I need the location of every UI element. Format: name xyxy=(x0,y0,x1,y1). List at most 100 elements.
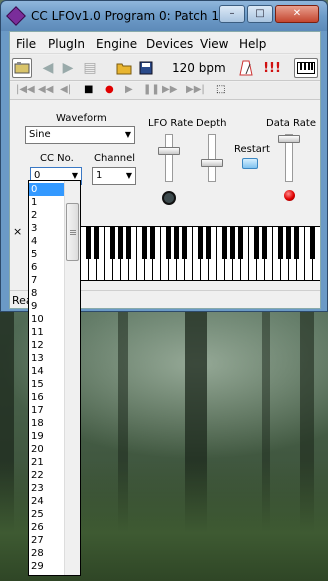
rewind-icon[interactable]: ◀◀ xyxy=(38,84,53,95)
save-icon[interactable] xyxy=(136,58,156,78)
dropdown-option[interactable]: 8 xyxy=(29,287,65,300)
dropdown-option[interactable]: 21 xyxy=(29,456,65,469)
black-key[interactable] xyxy=(126,227,131,259)
black-key[interactable] xyxy=(286,227,291,259)
metronome-icon[interactable] xyxy=(236,58,256,78)
dropdown-option[interactable]: 20 xyxy=(29,443,65,456)
lfo-rate-knob[interactable] xyxy=(162,191,176,205)
black-key[interactable] xyxy=(94,227,99,259)
dropdown-option[interactable]: 10 xyxy=(29,313,65,326)
restart-button[interactable] xyxy=(242,158,258,169)
dropdown-option[interactable]: 16 xyxy=(29,391,65,404)
dropdown-scroll-thumb[interactable] xyxy=(66,203,79,261)
dropdown-option[interactable]: 27 xyxy=(29,534,65,547)
piano-keyboard[interactable] xyxy=(80,226,320,281)
black-key[interactable] xyxy=(278,227,283,259)
black-key[interactable] xyxy=(222,227,227,259)
depth-slider-thumb[interactable] xyxy=(201,159,223,167)
minimize-button[interactable]: – xyxy=(219,5,245,23)
dropdown-option[interactable]: 24 xyxy=(29,495,65,508)
dropdown-scrollbar[interactable] xyxy=(64,181,80,575)
dropdown-option[interactable]: 13 xyxy=(29,352,65,365)
black-key[interactable] xyxy=(310,227,315,259)
black-key[interactable] xyxy=(174,227,179,259)
lfo-rate-slider-thumb[interactable] xyxy=(158,147,180,155)
pause-icon[interactable]: ❚❚ xyxy=(143,84,160,95)
black-key[interactable] xyxy=(142,227,147,259)
menu-plugin[interactable]: PlugIn xyxy=(48,37,85,51)
black-key[interactable] xyxy=(86,227,91,259)
black-key[interactable] xyxy=(238,227,243,259)
black-key[interactable] xyxy=(254,227,259,259)
dropdown-option[interactable]: 7 xyxy=(29,274,65,287)
fast-forward-icon[interactable]: ▶▶ xyxy=(162,84,177,95)
menu-help[interactable]: Help xyxy=(239,37,266,51)
dropdown-option[interactable]: 9 xyxy=(29,300,65,313)
maximize-button[interactable]: □ xyxy=(247,5,273,23)
chevron-down-icon: ▼ xyxy=(124,130,131,139)
dropdown-option[interactable]: 11 xyxy=(29,326,65,339)
lfo-rate-slider-track[interactable] xyxy=(165,134,173,182)
copy-icon[interactable]: ▤ xyxy=(80,58,100,78)
dropdown-option[interactable]: 29 xyxy=(29,560,65,573)
dropdown-option[interactable]: 2 xyxy=(29,209,65,222)
black-key[interactable] xyxy=(150,227,155,259)
black-key[interactable] xyxy=(206,227,211,259)
tempo-display[interactable]: 120 bpm xyxy=(172,61,226,75)
cc-number-label: CC No. xyxy=(40,153,74,164)
black-key[interactable] xyxy=(110,227,115,259)
dropdown-option[interactable]: 19 xyxy=(29,430,65,443)
depth-slider-track[interactable] xyxy=(208,134,216,182)
data-rate-slider-thumb[interactable] xyxy=(278,135,300,143)
black-key[interactable] xyxy=(182,227,187,259)
back-arrow-icon[interactable]: ◀ xyxy=(38,58,58,78)
dropdown-option[interactable]: 28 xyxy=(29,547,65,560)
panic-icon[interactable]: !!! xyxy=(262,58,282,78)
close-button[interactable]: ✕ xyxy=(275,5,319,23)
end-icon[interactable]: ▶▶| xyxy=(186,84,205,95)
dropdown-option[interactable]: 23 xyxy=(29,482,65,495)
black-key[interactable] xyxy=(262,227,267,259)
dropdown-option[interactable]: 6 xyxy=(29,261,65,274)
black-key[interactable] xyxy=(166,227,171,259)
loop-icon[interactable]: ⬚ xyxy=(216,84,225,95)
menu-devices[interactable]: Devices xyxy=(146,37,193,51)
open-folder-icon[interactable] xyxy=(114,58,134,78)
prev-icon[interactable]: ◀| xyxy=(60,84,71,95)
waveform-select[interactable]: Sine ▼ xyxy=(25,126,135,144)
dropdown-option[interactable]: 0 xyxy=(29,183,65,196)
record-icon[interactable]: ● xyxy=(105,84,114,95)
keyboard-close-icon[interactable]: × xyxy=(13,225,22,238)
scroll-grip xyxy=(70,232,76,233)
dropdown-option[interactable]: 14 xyxy=(29,365,65,378)
title-bar[interactable]: CC LFOv1.0 Program 0: Patch 1 – □ ✕ xyxy=(1,1,327,31)
dropdown-option[interactable]: 26 xyxy=(29,521,65,534)
dropdown-option[interactable]: 3 xyxy=(29,222,65,235)
menu-engine[interactable]: Engine xyxy=(96,37,137,51)
dropdown-option[interactable]: 17 xyxy=(29,404,65,417)
dropdown-option[interactable]: 18 xyxy=(29,417,65,430)
menu-view[interactable]: View xyxy=(200,37,228,51)
waveform-value: Sine xyxy=(29,129,51,140)
lfo-rate-label: LFO Rate xyxy=(148,118,194,129)
dropdown-option[interactable]: 25 xyxy=(29,508,65,521)
play-icon[interactable]: ▶ xyxy=(125,84,133,95)
black-key[interactable] xyxy=(230,227,235,259)
black-key[interactable] xyxy=(118,227,123,259)
stop-icon[interactable]: ■ xyxy=(84,84,93,95)
cc-number-dropdown-list[interactable]: 0 1 2 3 4 5 6 7 8 9 10 11 12 13 14 15 16 17 18 19 20 21 22 23 24… xyxy=(28,180,81,576)
plugin-icon[interactable] xyxy=(12,58,32,78)
forward-arrow-icon[interactable]: ▶ xyxy=(58,58,78,78)
rewind-start-icon[interactable]: |◀◀ xyxy=(16,84,35,95)
dropdown-option[interactable]: 1 xyxy=(29,196,65,209)
dropdown-option[interactable]: 22 xyxy=(29,469,65,482)
dropdown-option[interactable]: 12 xyxy=(29,339,65,352)
dropdown-option[interactable]: 5 xyxy=(29,248,65,261)
dropdown-option[interactable]: 15 xyxy=(29,378,65,391)
keyboard-icon[interactable] xyxy=(294,58,318,78)
channel-select[interactable]: 1 ▼ xyxy=(92,167,136,185)
black-key[interactable] xyxy=(198,227,203,259)
menu-file[interactable]: File xyxy=(16,37,36,51)
black-key[interactable] xyxy=(294,227,299,259)
dropdown-option[interactable]: 4 xyxy=(29,235,65,248)
